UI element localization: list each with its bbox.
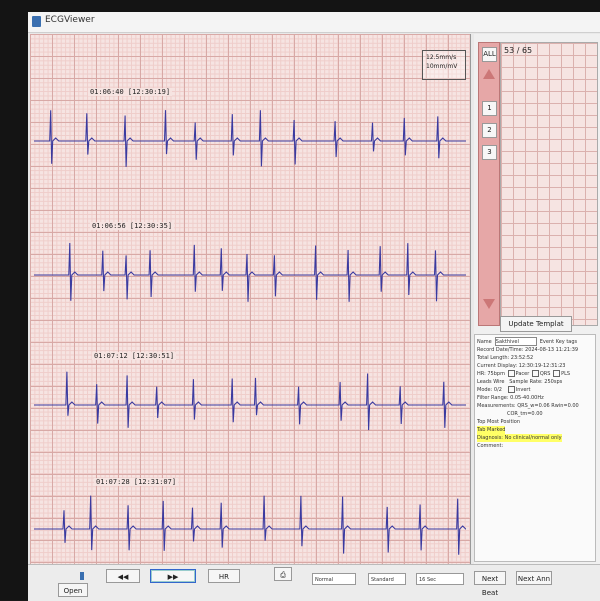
scale-box: 12.5mm/s 10mm/mV xyxy=(422,50,466,80)
bottom-toolbar: Open ◀◀ ▶▶ HR ⎙ Normal Standard 16 Sec N… xyxy=(28,564,600,601)
strip-3-time: 01:07:12 [12:30:51] xyxy=(92,352,177,360)
ecg-trace-2-line xyxy=(34,242,466,302)
duration-dropdown[interactable]: 16 Sec xyxy=(416,573,464,585)
ecg-strip-panel[interactable]: 12.5mm/s 10mm/mV 01:06:40 [12:30:19] 01:… xyxy=(30,34,471,564)
mode: Mode: 0/2 xyxy=(477,387,502,393)
ecg-trace-2 xyxy=(34,242,466,302)
invert-label: Invert xyxy=(515,387,531,393)
qrs-label: QRS xyxy=(539,371,551,377)
sample-rate: Sample Rate: 250sps xyxy=(509,379,563,385)
next-ann-button[interactable]: Next Ann xyxy=(516,571,552,585)
thumb-3[interactable]: 3 xyxy=(482,145,497,160)
right-sidebar: ALL 1 2 3 53 / 65 Update Templat Name Sak… xyxy=(474,34,600,564)
pacer-label: Pacer xyxy=(515,371,530,377)
thumb-1[interactable]: 1 xyxy=(482,101,497,116)
template-preview[interactable] xyxy=(500,42,598,326)
patient-info-panel: Name Sakthivel Event Key tags Record Date/… xyxy=(474,334,596,562)
all-button[interactable]: ALL xyxy=(482,47,497,62)
scroll-down-icon[interactable] xyxy=(483,299,495,309)
event-tag: Tab Marked xyxy=(477,426,506,434)
name-field[interactable]: Sakthivel xyxy=(494,337,537,346)
thumb-2[interactable]: 2 xyxy=(482,123,497,138)
ecg-trace-3-line xyxy=(34,371,466,431)
scale-gain: 10mm/mV xyxy=(426,63,458,70)
leads-wire: Leads Wire xyxy=(477,379,505,385)
strip-1-time: 01:06:40 [12:30:19] xyxy=(88,88,173,96)
name-value: Sakthivel xyxy=(495,339,519,345)
strip-2-time: 01:06:56 [12:30:35] xyxy=(90,222,175,230)
strip-4-time: 01:07:28 [12:31:07] xyxy=(94,478,179,486)
pls-checkbox[interactable] xyxy=(553,370,561,377)
update-template-button[interactable]: Update Templat xyxy=(500,316,572,332)
current-display: Current Display: 12:30:19-12:31:23 xyxy=(477,363,566,369)
thumbnail-strip[interactable]: ALL 1 2 3 xyxy=(478,42,500,326)
open-button[interactable]: Open xyxy=(58,583,88,597)
pacer-checkbox[interactable] xyxy=(507,370,515,377)
name-label: Name xyxy=(477,339,492,345)
time-slider-handle[interactable] xyxy=(80,572,84,580)
ecg-trace-4 xyxy=(34,495,467,555)
app-icon xyxy=(32,16,41,27)
diagnosis[interactable]: Diagnosis: No clinical/normal only xyxy=(477,434,562,442)
total-length: Total Length: 23:52:52 xyxy=(477,355,534,361)
pls-label: PLS xyxy=(561,371,571,377)
filter-range: Filter Range: 0.05-40.00Hz xyxy=(477,395,544,401)
window-title: ECGViewer xyxy=(45,15,95,25)
view-dropdown[interactable]: Standard xyxy=(368,573,406,585)
print-icon[interactable]: ⎙ xyxy=(274,567,292,581)
ecg-trace-1-line xyxy=(34,110,466,167)
record-datetime: Record Date/Time: 2024-08-13 11:21:39 xyxy=(477,347,579,353)
next-beat-button[interactable]: Next Beat xyxy=(474,571,506,597)
prev-page-button[interactable]: ◀◀ xyxy=(106,569,140,583)
heart-rate: HR: 75bpm xyxy=(477,371,505,377)
next-page-button[interactable]: ▶▶ xyxy=(150,569,196,583)
qrs-checkbox[interactable] xyxy=(531,370,539,377)
mode-dropdown[interactable]: Normal xyxy=(312,573,356,585)
page-counter: 53 / 65 xyxy=(504,46,533,55)
monitor-bezel: ECGViewer 12.5mm/s 10mm/mV 01:06:40 [12:… xyxy=(0,0,600,601)
ecg-trace-1 xyxy=(34,110,466,167)
cor-measure: COR_tm=0.00 xyxy=(507,411,543,417)
ecg-trace-3 xyxy=(34,371,466,431)
invert-checkbox[interactable] xyxy=(507,386,515,393)
measurements: Measurements: QRS_w=0.06 Rwin=0.00 xyxy=(477,403,579,409)
scale-speed: 12.5mm/s xyxy=(426,54,457,61)
class-label: Event xyxy=(539,339,555,345)
comment[interactable]: Comment: xyxy=(477,442,593,450)
class-value: Key tags xyxy=(555,339,578,345)
scroll-up-icon[interactable] xyxy=(483,69,495,79)
ecg-trace-4-line xyxy=(34,495,467,555)
title-bar: ECGViewer xyxy=(28,12,600,33)
hr-button[interactable]: HR xyxy=(208,569,240,583)
top-most-position: Top Most Position xyxy=(477,419,521,425)
screen: ECGViewer 12.5mm/s 10mm/mV 01:06:40 [12:… xyxy=(28,12,600,601)
